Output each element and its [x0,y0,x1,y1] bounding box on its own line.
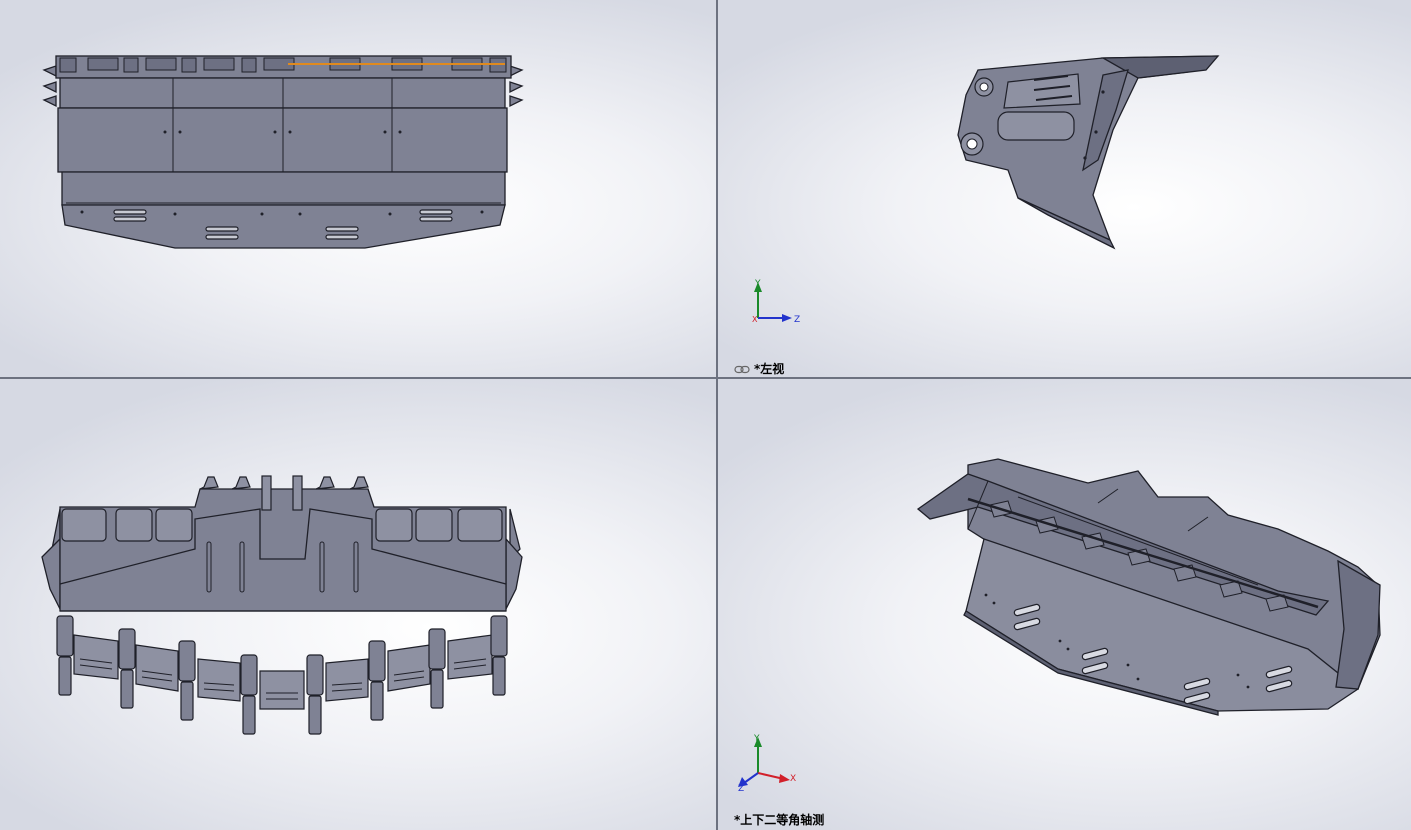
viewport-bottom-right[interactable]: Y X Z *上下二等角轴测 [718,379,1411,830]
graphics-area[interactable]: Y Z X *左视 Y X Z *上下二等角轴测 [0,0,1411,830]
view-name-text: *上下二等角轴测 [734,813,825,827]
axis-x-label: X [752,315,758,324]
coordinate-triad: Y X Z [738,734,796,791]
axis-z-label: Z [738,784,744,791]
viewport-top-left[interactable] [0,0,716,377]
coordinate-triad: Y Z X [752,279,800,325]
axis-y-label: Y [754,279,761,289]
axis-z-label: Z [794,315,800,325]
bucket-model-front-view[interactable] [0,0,716,377]
view-name-label: *上下二等角轴测 [734,811,824,828]
viewport-divider-vertical[interactable] [716,0,718,830]
axis-y-label: Y [753,734,760,744]
bucket-model-isometric-view[interactable] [718,379,1411,830]
viewport-divider-horizontal[interactable] [0,377,1411,379]
link-icon [734,365,750,374]
viewport-top-right[interactable]: Y Z X *左视 [718,0,1411,377]
view-name-text: *左视 [754,362,785,376]
bucket-model-left-view[interactable] [718,0,1411,377]
view-name-label: *左视 [734,360,784,377]
bucket-model-rear-view[interactable] [0,379,716,830]
viewport-bottom-left[interactable] [0,379,716,830]
axis-x-label: X [790,774,796,784]
